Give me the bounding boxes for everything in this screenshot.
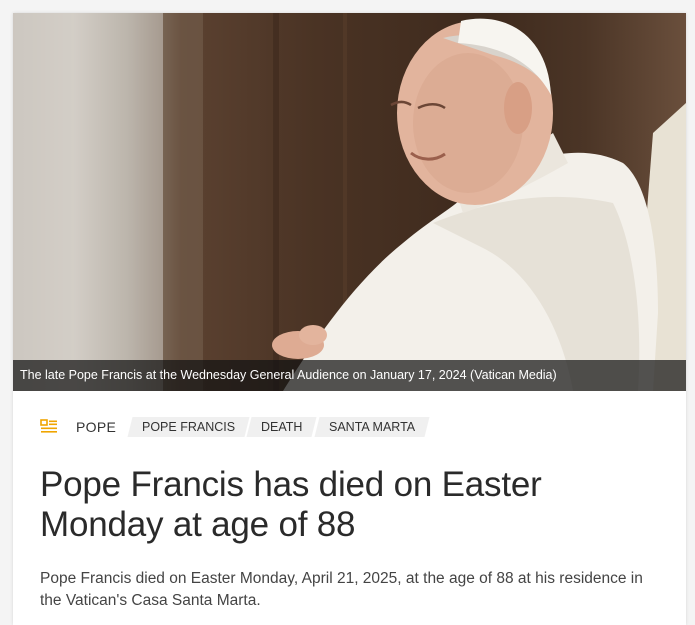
article-icon — [40, 419, 58, 435]
hero-photo[interactable]: The late Pope Francis at the Wednesday G… — [13, 13, 686, 391]
article-summary: Pope Francis died on Easter Monday, Apri… — [40, 570, 643, 609]
tag-label: DEATH — [261, 420, 303, 434]
pope-photo-illustration — [13, 13, 686, 391]
article-card: The late Pope Francis at the Wednesday G… — [13, 13, 686, 625]
tag-pope-francis[interactable]: POPE FRANCIS — [127, 417, 250, 437]
tag-label: SANTA MARTA — [328, 420, 415, 434]
tag-label: POPE FRANCIS — [142, 420, 236, 434]
photo-caption: The late Pope Francis at the Wednesday G… — [13, 360, 686, 391]
article-headline[interactable]: Pope Francis has died on Easter Monday a… — [40, 465, 660, 545]
tag-death[interactable]: DEATH — [246, 417, 318, 437]
section-link-pope[interactable]: POPE — [76, 419, 116, 435]
tag-bar: POPE POPE FRANCIS DEATH SANTA MARTA — [40, 416, 430, 438]
tag-santa-marta[interactable]: SANTA MARTA — [314, 417, 430, 437]
